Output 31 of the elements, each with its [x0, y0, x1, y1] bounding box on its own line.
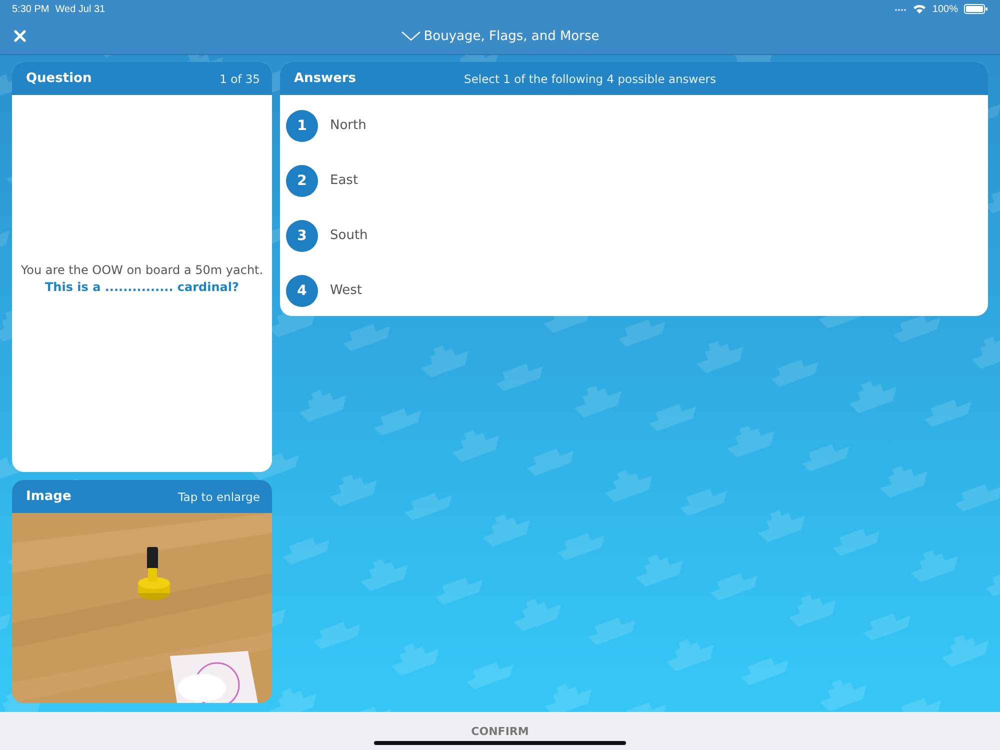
close-icon[interactable] [14, 30, 26, 42]
image-card[interactable]: Image Tap to enlarge [12, 480, 272, 703]
status-date: Wed Jul 31 [55, 4, 106, 14]
answer-number: 2 [286, 164, 318, 196]
quiz-title[interactable]: Bouyage, Flags, and Morse [424, 28, 600, 44]
status-time: 5:30 PM [12, 4, 50, 14]
enlarge-hint[interactable]: Tap to enlarge [178, 490, 260, 504]
answer-option[interactable]: 2 East [286, 153, 982, 208]
signal-icon [895, 7, 908, 11]
confirm-button[interactable]: CONFIRM [471, 725, 529, 738]
answer-option[interactable]: 4 West [286, 263, 982, 316]
question-counter: 1 of 35 [220, 72, 260, 86]
answer-number: 3 [286, 220, 318, 252]
question-prompt: This is a ............... cardinal? [45, 280, 239, 294]
panel-title: Image [26, 489, 72, 504]
answer-label: South [330, 228, 368, 243]
answer-label: West [330, 283, 362, 298]
wifi-icon [913, 4, 926, 14]
answers-instruction: Select 1 of the following 4 possible answers [464, 72, 716, 86]
panel-title: Question [26, 71, 92, 86]
answer-number: 4 [286, 274, 318, 306]
battery-icon [964, 4, 988, 14]
answer-label: East [330, 173, 358, 188]
answer-number: 1 [286, 110, 318, 142]
panel-title: Answers [294, 71, 356, 86]
answer-label: North [330, 118, 366, 133]
answer-option[interactable]: 1 North [286, 98, 982, 153]
question-text: You are the OOW on board a 50m yacht. [20, 263, 264, 277]
battery-percent: 100% [932, 4, 958, 14]
answer-option[interactable]: 3 South [286, 208, 982, 263]
chevron-down-icon[interactable] [400, 31, 421, 41]
